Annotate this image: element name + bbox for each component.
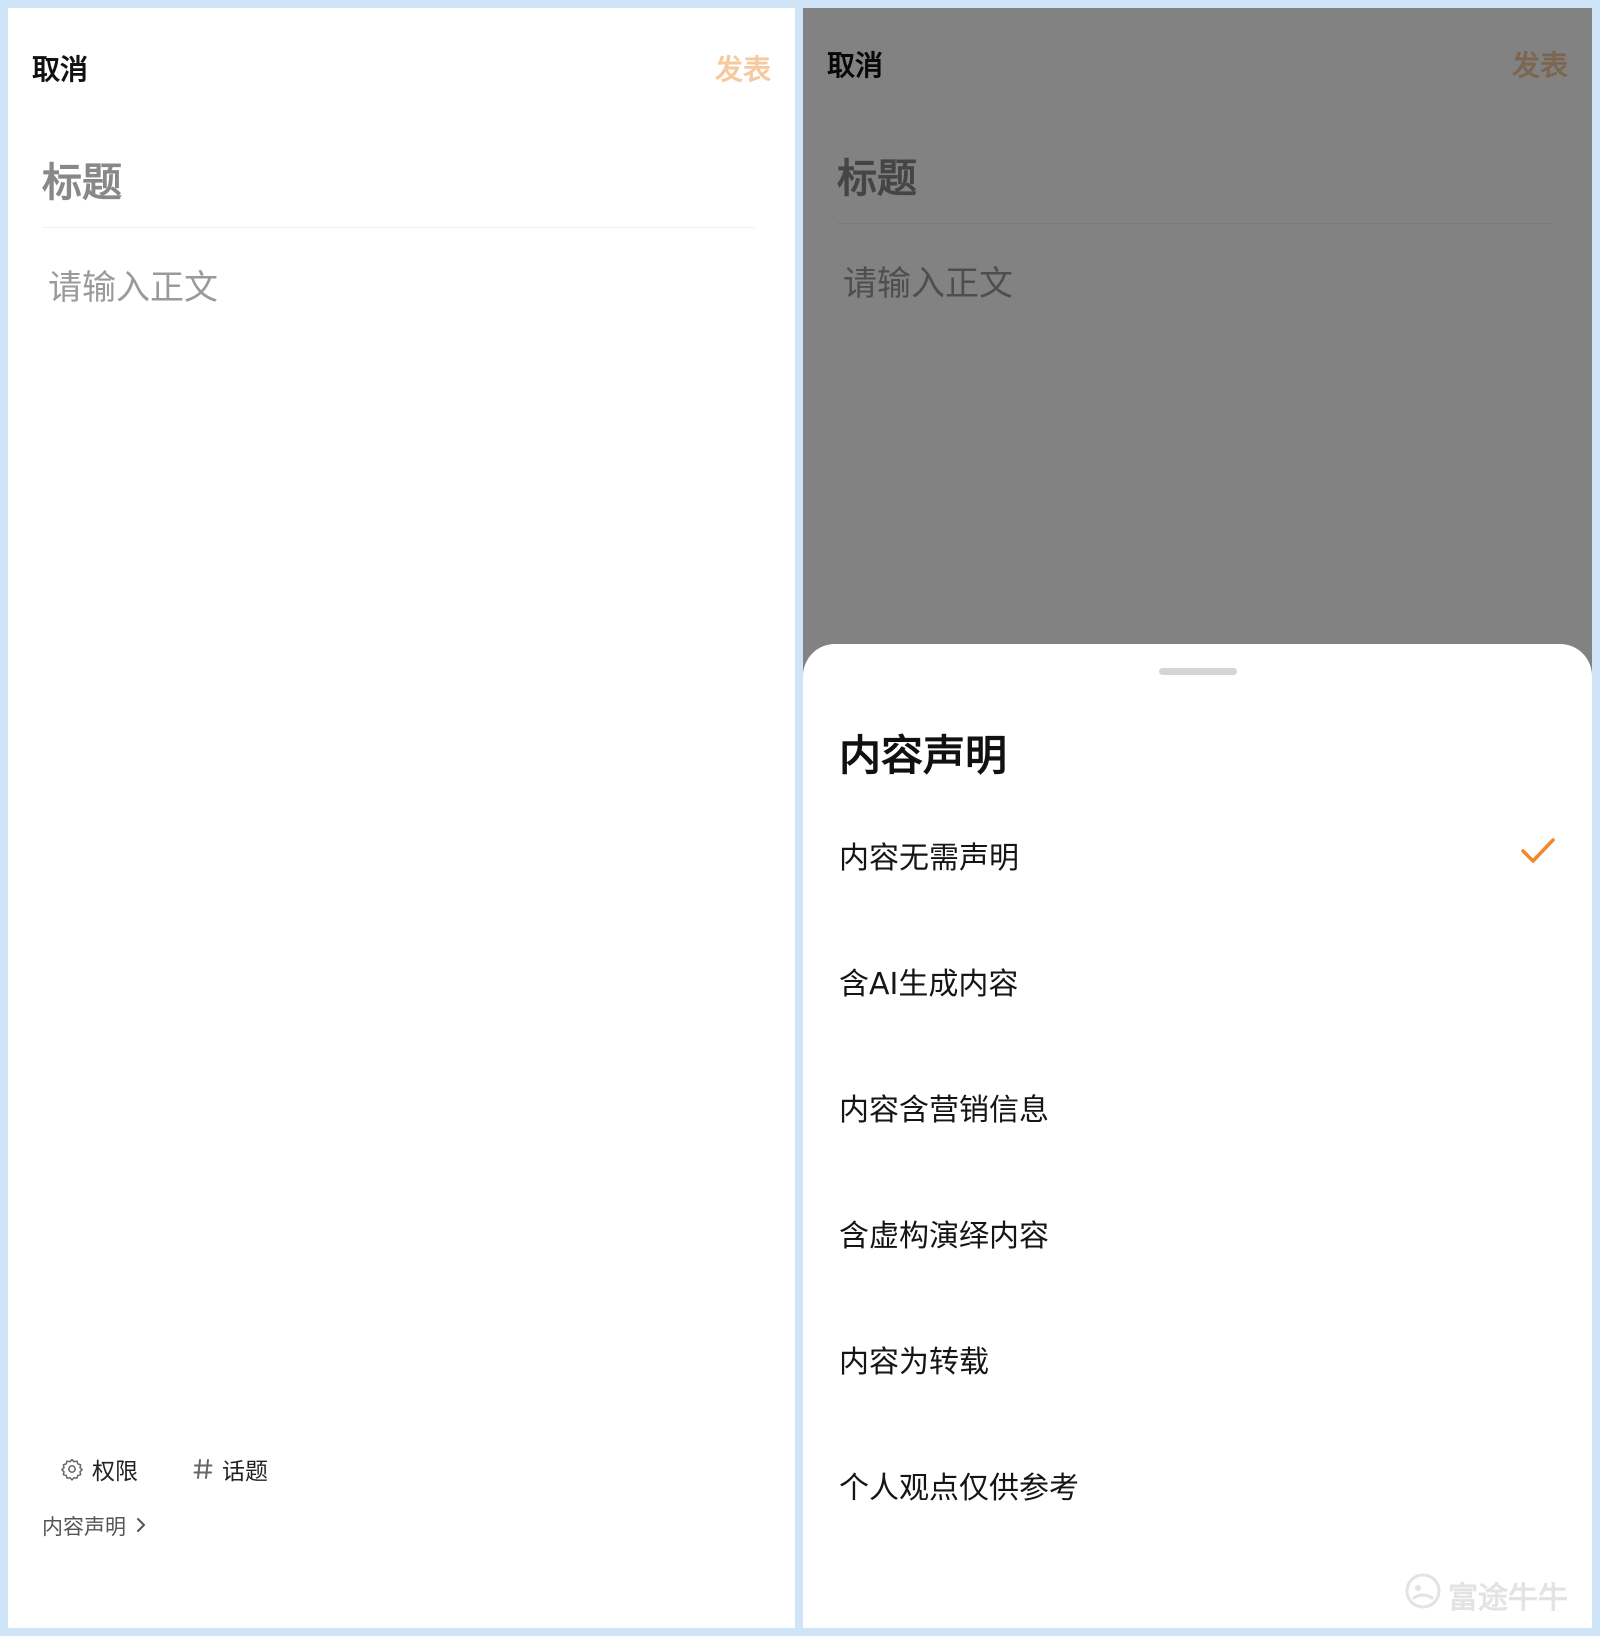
declaration-option[interactable]: 内容无需声明: [803, 792, 1592, 918]
declaration-option[interactable]: 内容含营销信息: [803, 1044, 1592, 1170]
option-label: 内容无需声明: [839, 841, 1019, 876]
compose-screen-with-sheet: 取消 发表 标题 请输入正文 内容声明 内容无需声明 含AI生成内容 内容含营销…: [803, 8, 1592, 1628]
content-declaration-sheet: 内容声明 内容无需声明 含AI生成内容 内容含营销信息 含虚构演绎内容 内容为转…: [803, 644, 1592, 1628]
brand-logo-icon: [1404, 1572, 1442, 1618]
drag-handle[interactable]: [1159, 668, 1237, 675]
compose-screen: 取消 发表 标题 请输入正文 权限 话题 内容声明: [8, 8, 795, 1628]
gear-icon: [60, 1457, 84, 1481]
option-label: 内容含营销信息: [839, 1093, 1049, 1128]
chevron-right-icon: [136, 1514, 146, 1538]
declaration-option[interactable]: 内容为转载: [803, 1296, 1592, 1422]
option-label: 内容为转载: [839, 1345, 989, 1380]
declaration-option[interactable]: 含虚构演绎内容: [803, 1170, 1592, 1296]
declaration-option[interactable]: 个人观点仅供参考: [803, 1422, 1592, 1548]
permission-label: 权限: [92, 1459, 138, 1485]
checkmark-icon: [1520, 836, 1556, 874]
top-bar: 取消 发表: [8, 8, 795, 128]
watermark-text: 富途牛牛: [1448, 1581, 1568, 1616]
hashtag-icon: [192, 1458, 214, 1480]
option-label: 含AI生成内容: [839, 967, 1019, 1002]
option-label: 含虚构演绎内容: [839, 1219, 1049, 1254]
content-declaration-link[interactable]: 内容声明: [42, 1511, 146, 1541]
cancel-button[interactable]: 取消: [32, 48, 88, 88]
publish-button[interactable]: 发表: [715, 48, 771, 88]
topic-label: 话题: [222, 1459, 268, 1485]
sheet-title: 内容声明: [839, 731, 1008, 780]
title-input[interactable]: 标题: [42, 138, 755, 228]
declaration-options: 内容无需声明 含AI生成内容 内容含营销信息 含虚构演绎内容 内容为转载 个人观…: [803, 792, 1592, 1548]
content-declaration-label: 内容声明: [42, 1515, 126, 1539]
body-input[interactable]: 请输入正文: [48, 260, 218, 309]
topic-button[interactable]: 话题: [192, 1452, 268, 1486]
compose-toolbar: 权限 话题: [60, 1452, 268, 1486]
option-label: 个人观点仅供参考: [839, 1471, 1079, 1506]
declaration-option[interactable]: 含AI生成内容: [803, 918, 1592, 1044]
permission-button[interactable]: 权限: [60, 1452, 138, 1486]
watermark: 富途牛牛: [1404, 1572, 1568, 1618]
